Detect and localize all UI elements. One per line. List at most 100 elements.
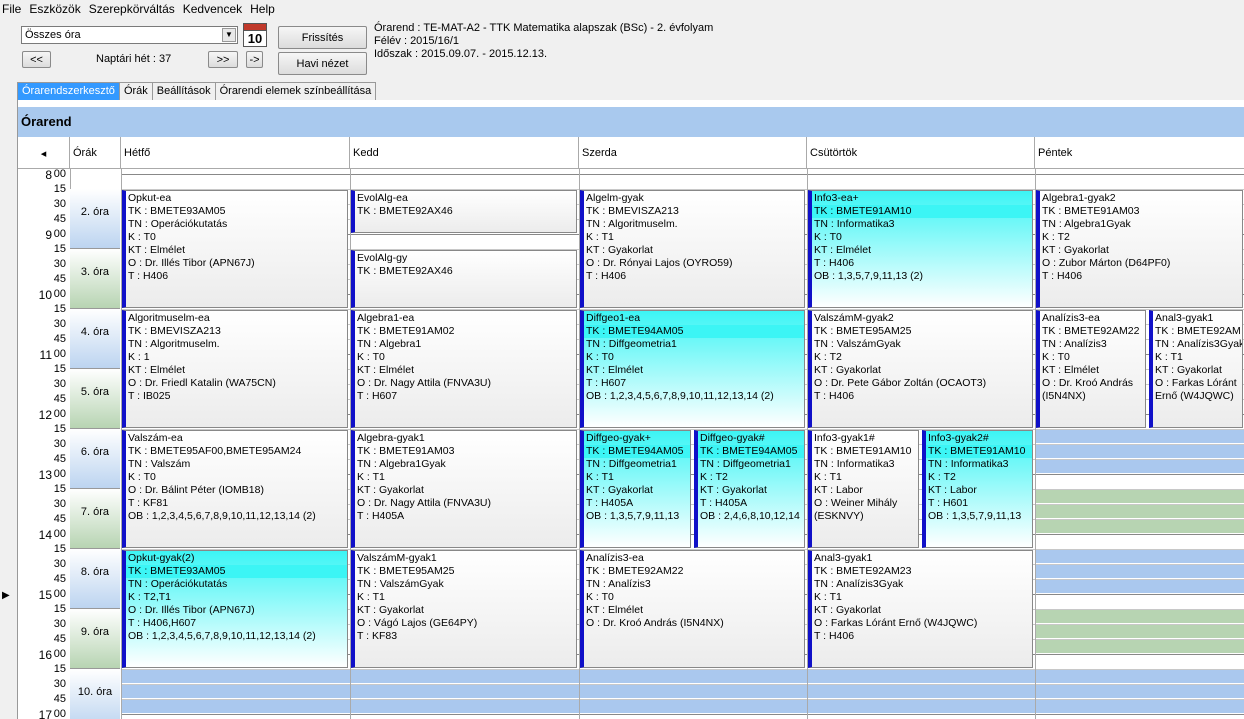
event-detail: K : T0 (586, 591, 614, 603)
event-detail: OB : 1,2,3,4,5,6,7,8,9,10,11,12,13,14 (2… (586, 390, 774, 402)
timetable-event[interactable]: Anal3-gyak1 TK : BMETE92AM23 TN : Analízis… (808, 550, 1033, 668)
week-label: Naptári hét : 37 (96, 53, 172, 65)
event-detail: K : T0 (128, 471, 156, 483)
evening-empty-slot[interactable] (122, 669, 1244, 683)
next-single-button[interactable]: -> (246, 51, 263, 68)
friday-empty-slot[interactable] (1036, 624, 1244, 638)
timetable-event[interactable]: Algoritmuselm-ea TK : BMEVISZA213 TN : Alg… (122, 310, 348, 428)
event-detail: TN : Algoritmuselm. (586, 218, 678, 230)
event-detail: KT : Elmélet (586, 604, 643, 616)
time-minute: 45 (53, 273, 66, 285)
timetable-event[interactable]: Info3-ea+ TK : BMETE91AM10 TN : Informatik… (808, 190, 1033, 308)
expand-arrow-icon[interactable]: ▶ (2, 590, 10, 601)
timetable-event[interactable]: Anal3-gyak1 TK : BMETE92AM TN : Analízis3G… (1149, 310, 1243, 428)
tab-orarendszerkeszto[interactable]: Órarendszerkesztő (17, 82, 120, 100)
friday-empty-slot[interactable] (1036, 429, 1244, 443)
time-hour: 15 (38, 588, 52, 602)
next-week-button[interactable]: >> (208, 51, 238, 68)
event-title: Algebra-gyak1 (357, 432, 425, 444)
friday-empty-slot[interactable] (1036, 579, 1244, 593)
friday-empty-slot[interactable] (1036, 549, 1244, 563)
timetable-event[interactable]: Valszám-ea TK : BMETE95AF00,BMETE95AM24 TN… (122, 430, 348, 548)
monthly-view-button[interactable]: Havi nézet (278, 52, 367, 75)
period-info: Időszak : 2015.09.07. - 2015.12.13. (374, 48, 548, 60)
tab-beallitasok[interactable]: Beállítások (151, 82, 216, 100)
event-title: Info3-gyak1# (814, 432, 875, 444)
tab-szinbeallitas[interactable]: Órarendi elemek színbeállítása (214, 82, 377, 100)
menu-eszkozok[interactable]: Eszközök (25, 0, 84, 18)
friday-empty-slot[interactable] (1036, 459, 1244, 473)
timetable-event[interactable]: Opkut-ea TK : BMETE93AM05 TN : Operációkut… (122, 190, 348, 308)
event-detail: OB : 1,3,5,7,9,11,13 (2) (814, 270, 923, 282)
header-szerda: Szerda (579, 137, 807, 169)
view-select[interactable]: Összes óra ▼ (21, 26, 238, 44)
left-collapse-strip[interactable]: ▶ (0, 100, 14, 719)
timetable-event[interactable]: EvolAlg-gy TK : BMETE92AX46 (351, 250, 577, 308)
menu-help[interactable]: Help (246, 0, 279, 18)
friday-empty-slot[interactable] (1036, 489, 1244, 503)
timetable-event[interactable]: Info3-gyak2# TK : BMETE91AM10 TN : Informa… (922, 430, 1033, 548)
chevron-down-icon[interactable]: ▼ (222, 28, 236, 42)
event-detail: TN : Valszám (128, 458, 191, 470)
time-minute: 30 (53, 498, 66, 510)
menu-file[interactable]: File (0, 0, 25, 18)
semester-info: Félév : 2015/16/1 (374, 35, 460, 47)
event-detail: O : Dr. Rónyai Lajos (OYRO59) (586, 257, 733, 269)
event-detail: T : H406 (814, 257, 855, 269)
calendar-icon[interactable]: 10 (243, 23, 267, 47)
evening-empty-slot[interactable] (122, 699, 1244, 713)
event-detail: O : Dr. Nagy Attila (FNVA3U) (357, 377, 492, 389)
event-detail: T : H405A (586, 497, 634, 509)
timetable-event[interactable]: Analízis3-ea TK : BMETE92AM22 TN : Analízi… (1036, 310, 1146, 428)
event-detail: O : Dr. Bálint Péter (IOMB18) (128, 484, 264, 496)
time-minute: 00 (53, 588, 66, 600)
time-minute: 00 (53, 408, 66, 420)
friday-empty-slot[interactable] (1036, 504, 1244, 518)
timetable-event[interactable]: Algebra1-ea TK : BMETE91AM02 TN : Algebra1… (351, 310, 577, 428)
header-csutortok: Csütörtök (807, 137, 1035, 169)
timetable-event[interactable]: Diffgeo1-ea TK : BMETE94AM05 TN : Diffgeom… (580, 310, 805, 428)
menu-szerepkorvaltas[interactable]: Szerepkörváltás (85, 0, 179, 18)
event-title: Diffgeo-gyak+ (586, 432, 651, 444)
event-detail: O : Dr. Illés Tibor (APN67J) (128, 257, 255, 269)
timetable-event[interactable]: EvolAlg-ea TK : BMETE92AX46 (351, 190, 577, 233)
event-title: Analízis3-ea (586, 552, 644, 564)
timetable-event[interactable]: Algebra-gyak1 TK : BMETE91AM03 TN : Algebr… (351, 430, 577, 548)
scroll-left-icon[interactable]: ◂ (18, 137, 70, 169)
event-detail: K : T0 (586, 351, 614, 363)
menu-kedvencek[interactable]: Kedvencek (179, 0, 246, 18)
event-detail: K : T0 (1042, 351, 1070, 363)
timetable-event[interactable]: Algebra1-gyak2 TK : BMETE91AM03 TN : Algeb… (1036, 190, 1243, 308)
friday-empty-slot[interactable] (1036, 519, 1244, 533)
evening-empty-slot[interactable] (122, 684, 1244, 698)
prev-week-button[interactable]: << (22, 51, 51, 68)
friday-empty-slot[interactable] (1036, 564, 1244, 578)
event-title: Algebra1-gyak2 (1042, 192, 1116, 204)
timetable-event[interactable]: ValszámM-gyak1 TK : BMETE95AM25 TN : Valsz… (351, 550, 577, 668)
timetable-event[interactable]: Algelm-gyak TK : BMEVISZA213 TN : Algoritm… (580, 190, 805, 308)
friday-empty-slot[interactable] (1036, 444, 1244, 458)
timetable-event[interactable]: Diffgeo-gyak+ TK : BMETE94AM05 TN : Diffge… (580, 430, 691, 548)
event-detail: O : Vágó Lajos (GE64PY) (357, 617, 478, 629)
timetable-event[interactable]: Diffgeo-gyak# TK : BMETE94AM05 TN : Diffge… (694, 430, 805, 548)
event-title: Info3-gyak2# (928, 432, 989, 444)
tab-orak[interactable]: Órák (118, 82, 153, 100)
event-detail: K : T0 (357, 351, 385, 363)
event-detail: K : T1 (357, 591, 385, 603)
refresh-button[interactable]: Frissítés (278, 26, 367, 49)
ora-label: 4. óra (70, 309, 120, 369)
event-detail: TK : BMEVISZA213 (128, 325, 221, 337)
event-detail: T : H406 (1042, 270, 1083, 282)
time-minute: 45 (53, 213, 66, 225)
timetable-event[interactable]: Info3-gyak1# TK : BMETE91AM10 TN : Informa… (808, 430, 919, 548)
timetable-event[interactable]: Analízis3-ea TK : BMETE92AM22 TN : Analízi… (580, 550, 805, 668)
event-detail: TK : BMETE91AM10 (812, 205, 1032, 218)
timetable-event[interactable]: ValszámM-gyak2 TK : BMETE95AM25 TN : Valsz… (808, 310, 1033, 428)
timetable-event[interactable]: Opkut-gyak(2) TK : BMETE93AM05 TN : Operác… (122, 550, 348, 668)
event-detail: OB : 2,4,6,8,10,12,14 (700, 510, 800, 522)
event-detail: T : H601 (928, 497, 969, 509)
friday-empty-slot[interactable] (1036, 639, 1244, 653)
ora-label: 10. óra (70, 669, 120, 719)
friday-empty-slot[interactable] (1036, 609, 1244, 623)
time-minute: 15 (53, 183, 66, 195)
